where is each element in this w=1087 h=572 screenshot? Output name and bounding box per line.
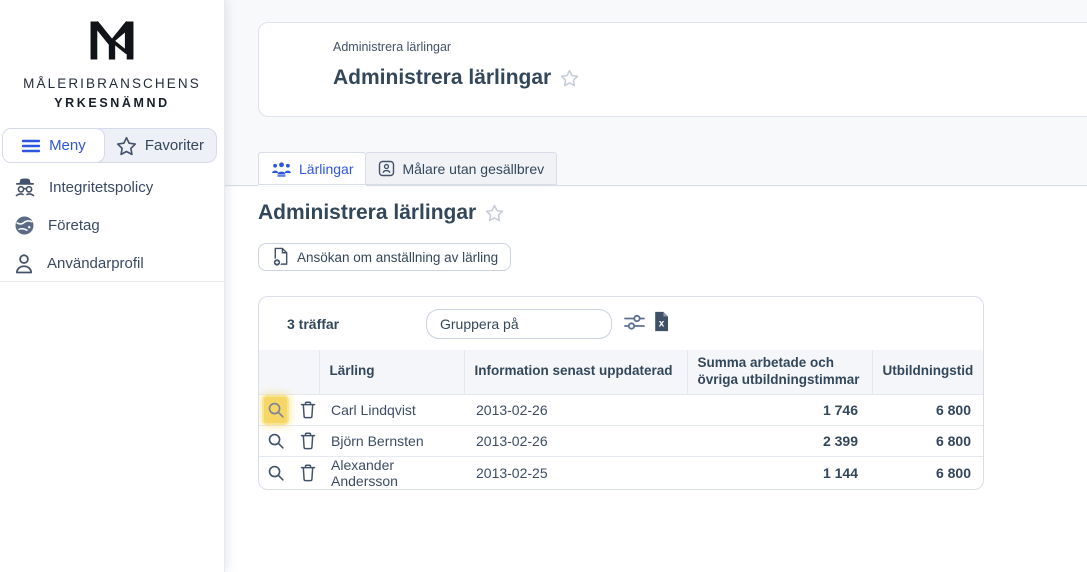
globe-icon [15, 216, 34, 234]
favorites-button-label: Favoriter [144, 137, 204, 154]
incognito-icon [15, 178, 35, 197]
favorite-star-icon[interactable] [485, 204, 504, 222]
sidebar-menu: Integritetspolicy Företag Användarprofil [0, 168, 224, 282]
view-row-button[interactable] [264, 396, 287, 423]
menu-button[interactable]: Meny [2, 128, 105, 163]
cell-hours: 2 399 [687, 424, 872, 457]
favorites-button[interactable]: Favoriter [104, 129, 216, 162]
brand-name-line1: MÅLERIBRANSCHENS [23, 76, 201, 91]
table-header-row: Lärling Information senast uppdaterad Su… [259, 350, 983, 395]
main-area: Administrera lärlingar Administrera lärl… [225, 0, 1087, 572]
results-card: 3 träffar x [258, 296, 984, 490]
delete-row-button[interactable] [296, 397, 319, 423]
filter-sliders-icon[interactable] [623, 313, 646, 332]
hamburger-icon [21, 139, 41, 152]
sidebar-item-foretag[interactable]: Företag [0, 206, 224, 244]
breadcrumb: Administrera lärlingar [333, 40, 452, 54]
column-header-actions [259, 350, 319, 395]
trash-icon [300, 464, 315, 482]
new-application-button-label: Ansökan om anställning av lärling [297, 249, 499, 265]
delete-row-button[interactable] [296, 460, 319, 486]
cell-updated: 2013-02-26 [464, 424, 687, 457]
mn-logo-icon [90, 21, 134, 60]
magnifier-icon [268, 433, 284, 449]
brand-logo: MÅLERIBRANSCHENS YRKESNÄMND [0, 0, 224, 110]
star-icon [116, 136, 136, 155]
new-application-button[interactable]: Ansökan om anställning av lärling [258, 243, 512, 271]
page-title: Administrera lärlingar [333, 66, 552, 89]
table-row: Björn Bernsten 2013-02-26 2 399 6 800 [259, 424, 983, 457]
page-header-card: Administrera lärlingar Administrera lärl… [258, 22, 1087, 117]
tab-panel: Administrera lärlingar Ansökan om anstäl… [225, 187, 1087, 572]
column-header-hours: Summa arbetade och övriga utbildningstim… [686, 350, 872, 395]
export-excel-icon[interactable]: x [653, 311, 670, 332]
sidebar-item-label: Företag [48, 216, 100, 234]
user-icon [15, 253, 33, 273]
cell-name: Alexander Andersson [319, 455, 464, 489]
cell-training-time: 6 800 [872, 393, 983, 426]
cell-updated: 2013-02-25 [464, 455, 687, 489]
tab-larlingar[interactable]: Lärlingar [258, 152, 367, 185]
tab-malare-utan-gesallbrev[interactable]: Målare utan gesällbrev [365, 152, 558, 185]
column-header-training-time: Utbildningstid [871, 350, 983, 395]
apprentices-table: Lärling Information senast uppdaterad Su… [259, 350, 983, 489]
sidebar-divider [0, 281, 224, 282]
menu-button-label: Meny [49, 137, 86, 154]
badge-icon [379, 160, 395, 177]
group-by-input[interactable] [426, 309, 612, 339]
cell-training-time: 6 800 [872, 455, 983, 489]
results-toolbar: 3 träffar x [259, 297, 983, 350]
view-row-button[interactable] [264, 428, 287, 454]
cell-name: Björn Bernsten [319, 424, 464, 457]
cell-hours: 1 144 [687, 455, 872, 489]
cell-name: Carl Lindqvist [319, 393, 464, 426]
trash-icon [300, 401, 315, 419]
sidebar: MÅLERIBRANSCHENS YRKESNÄMND Meny Favorit… [0, 0, 225, 572]
delete-row-button[interactable] [296, 428, 319, 454]
sidebar-item-integritetspolicy[interactable]: Integritetspolicy [0, 168, 224, 206]
column-header-name: Lärling [318, 350, 464, 395]
view-row-button[interactable] [264, 460, 287, 486]
trash-icon [300, 432, 315, 450]
favorite-star-icon[interactable] [560, 69, 579, 87]
magnifier-icon [268, 402, 284, 418]
sidebar-item-anvandarprofil[interactable]: Användarprofil [0, 244, 224, 282]
tab-bar: Lärlingar Målare utan gesällbrev [225, 152, 1087, 186]
table-row: Carl Lindqvist 2013-02-26 1 746 6 800 [259, 393, 983, 426]
magnifier-icon [268, 465, 284, 481]
document-plus-icon [272, 247, 288, 267]
section-heading: Administrera lärlingar [258, 201, 477, 224]
table-row: Alexander Andersson 2013-02-25 1 144 6 8… [259, 455, 983, 489]
column-header-updated: Information senast uppdaterad [463, 350, 687, 395]
users-icon [271, 161, 292, 177]
results-count: 3 träffar [287, 316, 340, 332]
sidebar-item-label: Användarprofil [47, 254, 144, 272]
cell-updated: 2013-02-26 [464, 393, 687, 426]
sidebar-item-label: Integritetspolicy [49, 178, 154, 196]
tab-label: Målare utan gesällbrev [402, 160, 545, 177]
cell-hours: 1 746 [687, 393, 872, 426]
cell-training-time: 6 800 [872, 424, 983, 457]
sidebar-segmented-control: Meny Favoriter [2, 128, 217, 163]
tab-label: Lärlingar [299, 160, 354, 177]
svg-text:x: x [659, 319, 665, 330]
brand-name-line2: YRKESNÄMND [54, 96, 170, 110]
